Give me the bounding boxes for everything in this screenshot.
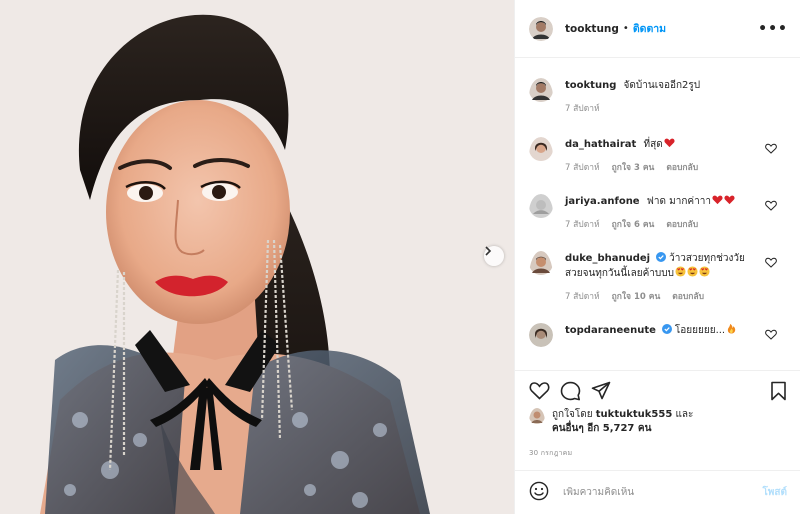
heart-eyes-emoji bbox=[699, 266, 710, 277]
post-date[interactable]: 30 กรกฎาคม bbox=[529, 448, 572, 459]
likes-summary: ถูกใจโดย tuktuktuk555 และ คนอื่นๆ อีก 5,… bbox=[529, 408, 789, 436]
comment-time[interactable]: 7 สัปดาห์ bbox=[565, 160, 600, 174]
separator-dot: • bbox=[622, 23, 629, 34]
verified-badge-icon bbox=[661, 324, 672, 334]
post-photo[interactable] bbox=[0, 0, 514, 514]
post-comment-button[interactable]: โพสต์ bbox=[762, 485, 787, 500]
reply-button[interactable]: ตอบกลับ bbox=[666, 160, 698, 174]
caption: tooktung จัดบ้านเจออีก2รูป 7 สัปดาห์ bbox=[529, 78, 800, 115]
comment-likes-count[interactable]: ถูกใจ 3 คน bbox=[612, 160, 655, 174]
comment-likes-count[interactable]: ถูกใจ 6 คน bbox=[612, 217, 655, 231]
caption-username[interactable]: tooktung bbox=[565, 80, 616, 91]
commenter-avatar[interactable] bbox=[529, 137, 553, 174]
commenter-avatar[interactable] bbox=[529, 194, 553, 231]
comment-likes-count[interactable]: ถูกใจ 10 คน bbox=[612, 289, 661, 303]
comment-input[interactable] bbox=[563, 487, 743, 498]
comment-username[interactable]: jariya.anfone bbox=[565, 196, 640, 207]
others-likes-link[interactable]: คนอื่นๆ อีก 5,727 คน bbox=[552, 423, 651, 434]
likes-joiner: และ bbox=[675, 409, 694, 420]
paper-plane-icon[interactable] bbox=[591, 381, 611, 410]
heart-outline-icon[interactable] bbox=[765, 329, 777, 343]
comment-bubble-icon[interactable] bbox=[560, 381, 581, 410]
next-image-button[interactable] bbox=[484, 246, 504, 266]
heart-outline-icon[interactable] bbox=[765, 257, 777, 271]
author-avatar[interactable] bbox=[529, 16, 553, 41]
heart-eyes-emoji bbox=[687, 266, 698, 277]
add-comment-bar: โพสต์ bbox=[515, 470, 800, 514]
reply-button[interactable]: ตอบกลับ bbox=[666, 217, 698, 231]
comment-time[interactable]: 7 สัปดาห์ bbox=[565, 289, 600, 303]
comment-username[interactable]: duke_bhanudej bbox=[565, 253, 650, 264]
more-options-icon[interactable]: ••• bbox=[758, 21, 788, 37]
heart-outline-icon[interactable] bbox=[529, 381, 550, 410]
author-username[interactable]: tooktung bbox=[565, 23, 619, 35]
fire-emoji bbox=[727, 323, 736, 334]
author-avatar[interactable] bbox=[529, 78, 553, 115]
red-heart-emoji bbox=[712, 195, 723, 205]
comment-item: jariya.anfone ฟาด มากค่าาา 7 สัปดาห์ ถูก… bbox=[529, 194, 800, 231]
liker-avatar[interactable] bbox=[529, 408, 545, 436]
red-heart-emoji bbox=[724, 195, 735, 205]
comment-username[interactable]: topdaraneenute bbox=[565, 325, 656, 336]
liker-username[interactable]: tuktuktuk555 bbox=[596, 409, 673, 420]
heart-outline-icon[interactable] bbox=[765, 200, 777, 214]
bookmark-icon[interactable] bbox=[770, 381, 787, 410]
comment-time[interactable]: 7 สัปดาห์ bbox=[565, 217, 600, 231]
comment-item: duke_bhanudej ว้าวสวยทุกช่วงวัย สวยจนทุกว… bbox=[529, 251, 800, 303]
comments-list[interactable]: tooktung จัดบ้านเจออีก2รูป 7 สัปดาห์ da_… bbox=[515, 58, 800, 370]
verified-badge-icon bbox=[656, 252, 667, 262]
commenter-avatar[interactable] bbox=[529, 323, 553, 347]
action-bar bbox=[515, 370, 800, 410]
likes-prefix: ถูกใจโดย bbox=[552, 409, 593, 420]
reply-button[interactable]: ตอบกลับ bbox=[672, 289, 704, 303]
heart-outline-icon[interactable] bbox=[765, 143, 777, 157]
post-side-panel: tooktung • ติดตาม ••• tooktung จัดบ้านเจ… bbox=[514, 0, 800, 514]
follow-button[interactable]: ติดตาม bbox=[633, 20, 666, 37]
comment-text: โอยยยยย... bbox=[674, 325, 726, 336]
caption-time[interactable]: 7 สัปดาห์ bbox=[565, 101, 600, 115]
comment-text: ที่สุด bbox=[643, 139, 663, 150]
comment-username[interactable]: da_hathairat bbox=[565, 139, 636, 150]
red-heart-emoji bbox=[664, 138, 675, 148]
portrait-image bbox=[0, 0, 514, 514]
comment-text: ฟาด มากค่าาา bbox=[646, 196, 711, 207]
comment-item: da_hathairat ที่สุด 7 สัปดาห์ ถูกใจ 3 คน… bbox=[529, 137, 800, 174]
caption-text: จัดบ้านเจออีก2รูป bbox=[623, 80, 701, 91]
commenter-avatar[interactable] bbox=[529, 251, 553, 303]
post-header: tooktung • ติดตาม ••• bbox=[515, 0, 800, 58]
heart-eyes-emoji bbox=[675, 266, 686, 277]
comment-item: topdaraneenute โอยยยยย... bbox=[529, 323, 800, 347]
smiley-face-icon[interactable] bbox=[529, 481, 549, 504]
